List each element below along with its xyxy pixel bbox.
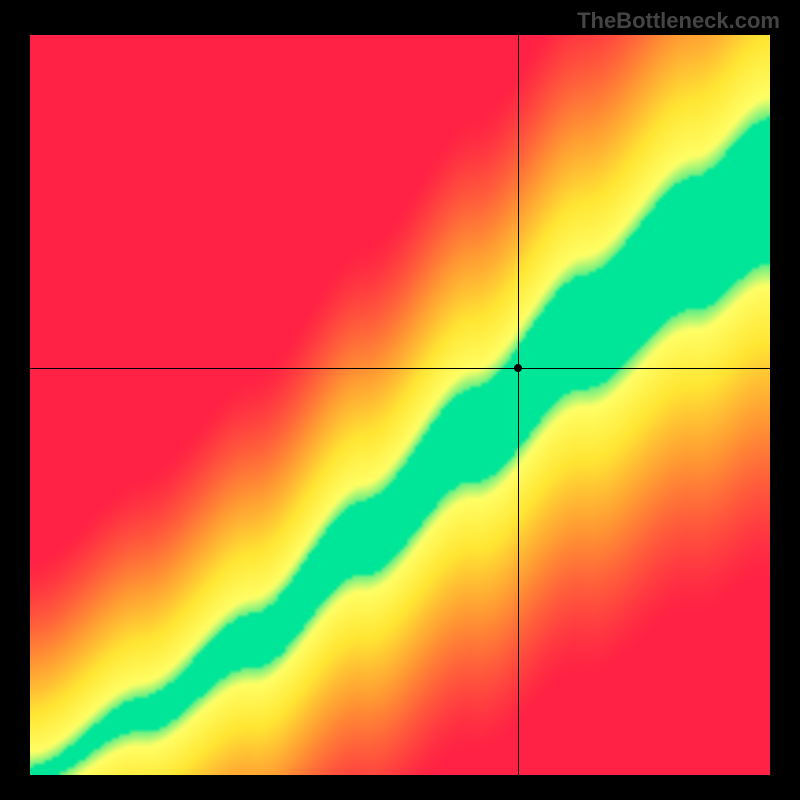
crosshair-horizontal [30,368,770,369]
watermark-text: TheBottleneck.com [577,8,780,34]
heatmap-canvas [30,35,770,775]
bottleneck-heatmap [30,35,770,775]
crosshair-vertical [518,35,519,775]
marker-dot [514,364,522,372]
